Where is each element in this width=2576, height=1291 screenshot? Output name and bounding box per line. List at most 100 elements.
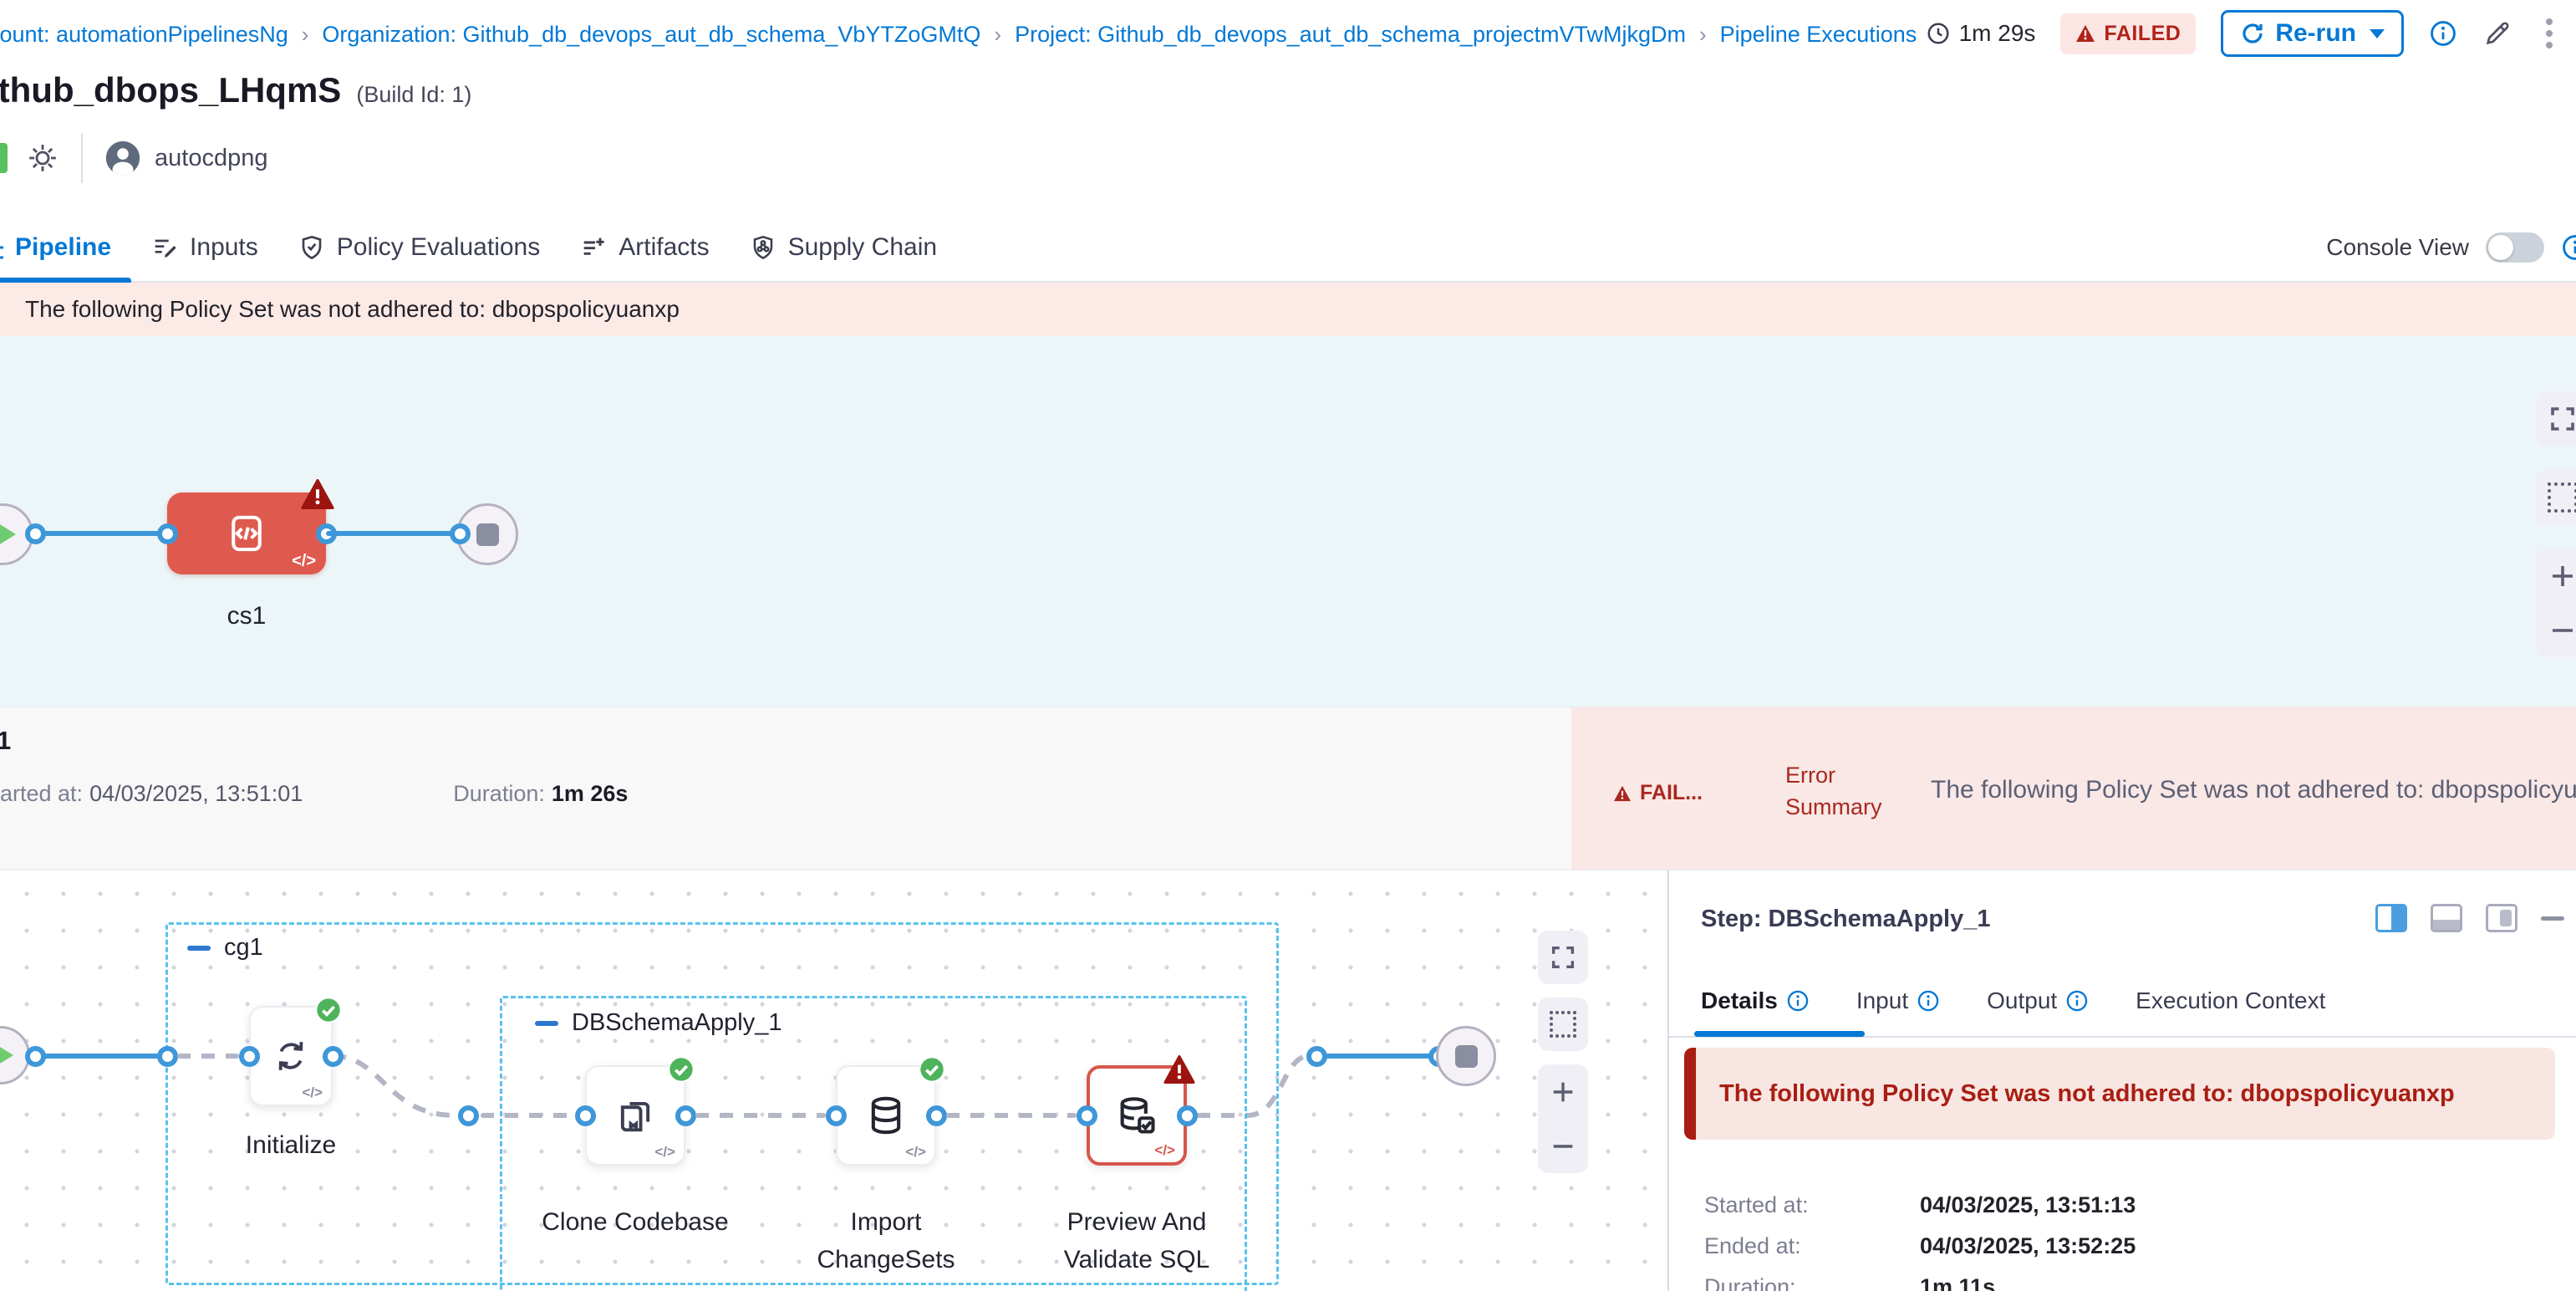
breadcrumb-project[interactable]: Project: Github_db_devops_aut_db_schema_…: [1015, 22, 1686, 48]
clone-codebase-icon: [613, 1094, 657, 1137]
layout-split-right-icon[interactable]: [2375, 904, 2407, 932]
stage-node-label: cs1: [167, 602, 326, 630]
zoom-controls: [1538, 1064, 1588, 1173]
rerun-button[interactable]: Re-run: [2221, 10, 2404, 57]
tab-artifacts[interactable]: Artifacts: [560, 213, 729, 282]
breadcrumb-organization[interactable]: Organization: Github_db_devops_aut_db_sc…: [322, 22, 980, 48]
success-badge-icon: [919, 1056, 945, 1083]
step-details-panel: Step: DBSchemaApply_1 Details Input: [1669, 870, 2576, 1291]
info-icon[interactable]: [1917, 989, 1940, 1013]
console-view-toggle[interactable]: [2486, 232, 2544, 263]
info-icon[interactable]: [1786, 989, 1810, 1013]
edit-icon[interactable]: [2482, 18, 2512, 48]
play-icon: [0, 1044, 13, 1066]
breadcrumb-account[interactable]: count: automationPipelinesNg: [0, 22, 288, 48]
started-at-label: Started at:: [1704, 1192, 1920, 1218]
chevron-right-icon: ›: [994, 22, 1001, 48]
stage-info-bar: 1 arted at: 04/03/2025, 13:51:01 Duratio…: [0, 707, 2576, 870]
rerun-button-label: Re-run: [2275, 19, 2356, 48]
layout-bottom-icon[interactable]: [2431, 904, 2462, 932]
step-label-clone-codebase: Clone Codebase: [535, 1203, 736, 1241]
vertical-divider: [81, 133, 83, 183]
step-label-initialize: Initialize: [199, 1126, 383, 1164]
execution-graph-canvas[interactable]: cg1 DBSchemaApply_1 <: [0, 870, 1667, 1291]
graph-port: [575, 1105, 596, 1126]
database-check-icon: [1115, 1094, 1158, 1137]
triggered-by-user[interactable]: autocdpng: [155, 145, 267, 172]
tab-inputs-label: Inputs: [190, 233, 258, 262]
step-node-clone-codebase[interactable]: </>: [585, 1065, 685, 1166]
console-view-label: Console View: [2326, 234, 2469, 261]
marquee-select-button[interactable]: [2536, 470, 2576, 525]
supply-chain-icon: [750, 234, 776, 261]
zoom-out-button[interactable]: [2548, 615, 2576, 646]
stepgroup-cg1-label[interactable]: cg1: [224, 934, 263, 962]
graph-port: [25, 1046, 46, 1067]
graph-port: [1077, 1105, 1097, 1126]
graph-connector: [326, 531, 460, 536]
graph-connector-dashed: [946, 1113, 1077, 1118]
tab-pipeline[interactable]: Pipeline: [0, 213, 131, 282]
tab-input[interactable]: Input: [1856, 987, 1940, 1014]
status-badge-label: FAILED: [2104, 22, 2181, 46]
step-panel-title: Step: DBSchemaApply_1: [1701, 906, 1991, 933]
collapse-icon[interactable]: [535, 1021, 558, 1026]
ended-at-label: Ended at:: [1704, 1233, 1920, 1259]
tab-details[interactable]: Details: [1701, 987, 1810, 1014]
marquee-select-icon: [1550, 1011, 1576, 1038]
duration-label: Duration:: [453, 781, 545, 807]
tab-execution-context-label: Execution Context: [2136, 987, 2325, 1014]
started-at-value: 04/03/2025, 13:51:13: [1920, 1192, 2136, 1218]
info-icon[interactable]: [2561, 233, 2576, 262]
collapse-icon[interactable]: [187, 946, 211, 951]
step-node-preview-validate-sql[interactable]: </>: [1087, 1065, 1187, 1166]
started-at-value: 04/03/2025, 13:51:01: [89, 781, 303, 807]
artifacts-icon: [580, 234, 607, 261]
breadcrumb-pipeline-executions[interactable]: Pipeline Executions: [1720, 22, 1917, 48]
refresh-icon: [2240, 21, 2265, 46]
fullscreen-button[interactable]: [2536, 391, 2576, 446]
stage-node-cs1[interactable]: </>: [167, 492, 326, 574]
duration-value: 1m 26s: [552, 781, 629, 807]
graph-connector: [35, 531, 167, 536]
minimize-icon[interactable]: [2541, 916, 2564, 921]
tab-policy-evaluations[interactable]: Policy Evaluations: [278, 213, 560, 282]
tab-output-label: Output: [1987, 987, 2057, 1014]
tab-inputs[interactable]: Inputs: [131, 213, 278, 282]
kebab-menu-icon[interactable]: [2538, 15, 2561, 52]
inputs-icon: [151, 234, 178, 261]
zoom-in-button[interactable]: [2548, 561, 2576, 591]
fullscreen-button[interactable]: [1538, 931, 1588, 984]
zoom-out-button[interactable]: [1549, 1132, 1577, 1161]
page-title: ithub_dbops_LHqmS: [0, 70, 341, 110]
tab-output[interactable]: Output: [1987, 987, 2089, 1014]
graph-port: [826, 1105, 847, 1126]
code-icon: </>: [654, 1144, 675, 1161]
graph-port: [239, 1046, 260, 1067]
graph-port: [323, 1046, 344, 1067]
step-node-import-changesets[interactable]: </>: [836, 1065, 936, 1166]
warning-triangle-icon: [2075, 24, 2095, 43]
error-summary-strip: FAIL... Error Summary The following Poli…: [1571, 707, 2576, 870]
custom-stage-icon: [224, 511, 269, 556]
tab-supply-chain[interactable]: Supply Chain: [730, 213, 957, 282]
zoom-in-button[interactable]: [1549, 1078, 1577, 1106]
info-icon[interactable]: [2429, 19, 2457, 48]
error-summary-text: The following Policy Set was not adhered…: [1931, 776, 2576, 804]
step-node-initialize[interactable]: </>: [249, 1006, 333, 1106]
database-icon: [864, 1094, 908, 1137]
chevron-right-icon: ›: [1699, 22, 1707, 48]
gear-icon[interactable]: [26, 141, 59, 175]
graph-connector-dashed: [695, 1113, 826, 1118]
pipeline-execution-screen: count: automationPipelinesNg › Organizat…: [0, 0, 2576, 1291]
marquee-select-button[interactable]: [1538, 998, 1588, 1051]
tab-policy-evaluations-label: Policy Evaluations: [337, 233, 540, 262]
stepgroup-dbschemaapply-label[interactable]: DBSchemaApply_1: [572, 1009, 781, 1037]
tab-execution-context[interactable]: Execution Context: [2136, 987, 2325, 1014]
graph-port: [675, 1105, 696, 1126]
layout-floating-icon[interactable]: [2486, 904, 2517, 932]
stage-graph-canvas[interactable]: </> cs1: [0, 336, 2576, 707]
info-icon[interactable]: [2065, 989, 2089, 1013]
code-icon: </>: [292, 552, 316, 571]
detail-row-ended-at: Ended at: 04/03/2025, 13:52:25: [1704, 1233, 2136, 1259]
